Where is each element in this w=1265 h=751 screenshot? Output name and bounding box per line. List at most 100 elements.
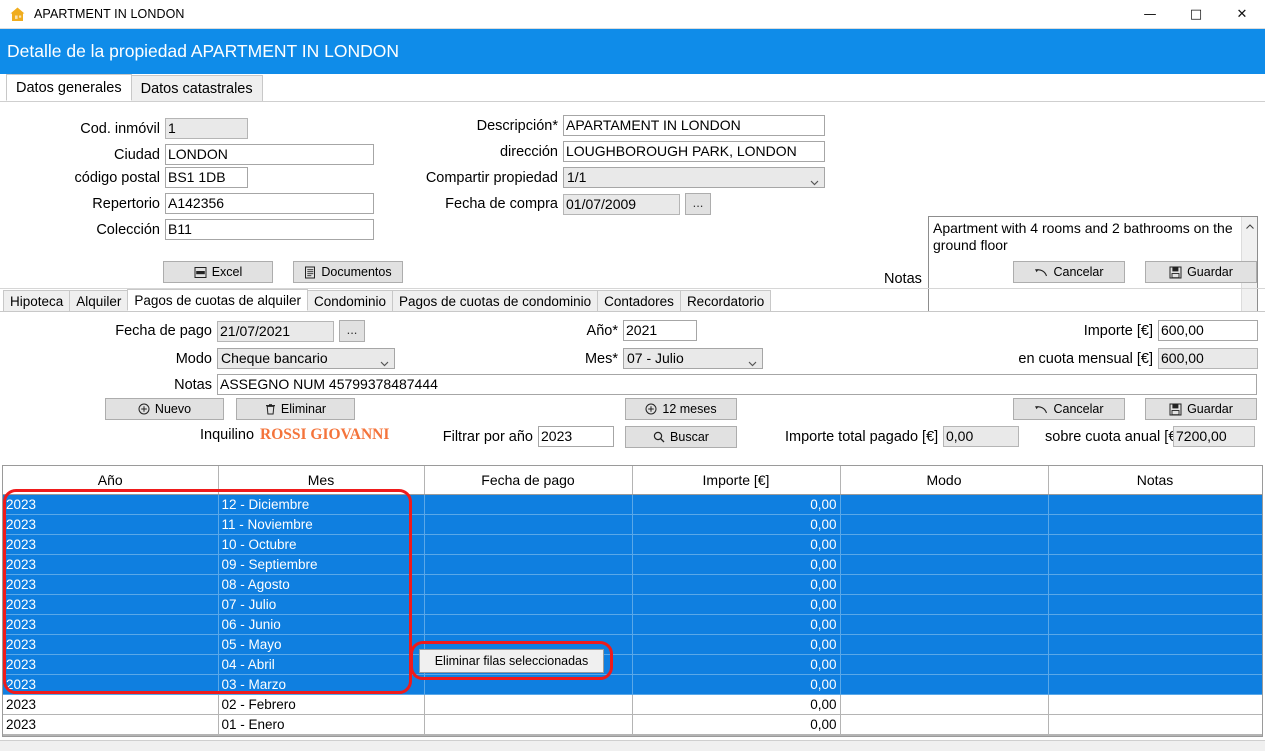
cell-anio[interactable]: 2023 bbox=[3, 554, 219, 575]
cell-modo[interactable] bbox=[840, 714, 1049, 735]
table-row[interactable]: 2023 11 - Noviembre 0,00 bbox=[3, 514, 1262, 535]
tab-pagos-cuotas-alquiler[interactable]: Pagos de cuotas de alquiler bbox=[127, 289, 308, 311]
cell-mes[interactable]: 07 - Julio bbox=[218, 594, 425, 615]
cell-anio[interactable]: 2023 bbox=[3, 674, 219, 695]
cell-modo[interactable] bbox=[840, 514, 1049, 535]
tab-alquiler[interactable]: Alquiler bbox=[69, 290, 129, 311]
cell-importe[interactable]: 0,00 bbox=[632, 614, 841, 635]
column-header-notas[interactable]: Notas bbox=[1048, 466, 1262, 495]
guardar-general-button[interactable]: Guardar bbox=[1145, 261, 1257, 283]
cell-anio[interactable]: 2023 bbox=[3, 594, 219, 615]
cell-anio[interactable]: 2023 bbox=[3, 534, 219, 555]
cell-notas[interactable] bbox=[1048, 494, 1262, 515]
input-notas-pago[interactable]: ASSEGNO NUM 45799378487444 bbox=[217, 374, 1257, 395]
tab-pagos-cuotas-condominio[interactable]: Pagos de cuotas de condominio bbox=[392, 290, 599, 311]
cell-notas[interactable] bbox=[1048, 554, 1262, 575]
excel-button[interactable]: Excel bbox=[163, 261, 273, 283]
cell-mes[interactable]: 09 - Septiembre bbox=[218, 554, 425, 575]
cell-fecha[interactable] bbox=[424, 574, 633, 595]
table-row[interactable]: 2023 06 - Junio 0,00 bbox=[3, 614, 1262, 635]
cell-importe[interactable]: 0,00 bbox=[632, 494, 841, 515]
cell-fecha[interactable] bbox=[424, 494, 633, 515]
cell-modo[interactable] bbox=[840, 614, 1049, 635]
cancelar-pago-button[interactable]: Cancelar bbox=[1013, 398, 1125, 420]
cell-fecha[interactable] bbox=[424, 554, 633, 575]
select-compartir-propiedad[interactable]: 1/1 bbox=[563, 167, 825, 188]
eliminar-button[interactable]: Eliminar bbox=[236, 398, 355, 420]
cell-notas[interactable] bbox=[1048, 614, 1262, 635]
cell-importe[interactable]: 0,00 bbox=[632, 594, 841, 615]
cell-notas[interactable] bbox=[1048, 534, 1262, 555]
cell-modo[interactable] bbox=[840, 594, 1049, 615]
cell-importe[interactable]: 0,00 bbox=[632, 534, 841, 555]
cell-anio[interactable]: 2023 bbox=[3, 614, 219, 635]
table-row[interactable]: 2023 05 - Mayo 0,00 bbox=[3, 634, 1262, 655]
tab-recordatorio[interactable]: Recordatorio bbox=[679, 290, 772, 311]
table-row[interactable]: 2023 08 - Agosto 0,00 bbox=[3, 574, 1262, 595]
cell-fecha[interactable] bbox=[424, 534, 633, 555]
cell-modo[interactable] bbox=[840, 494, 1049, 515]
column-header-anio[interactable]: Año bbox=[3, 466, 219, 495]
tab-hipoteca[interactable]: Hipoteca bbox=[3, 290, 71, 311]
cell-fecha[interactable] bbox=[424, 514, 633, 535]
cell-importe[interactable]: 0,00 bbox=[632, 674, 841, 695]
cell-mes[interactable]: 04 - Abril bbox=[218, 654, 425, 675]
buscar-button[interactable]: Buscar bbox=[625, 426, 737, 448]
cell-modo[interactable] bbox=[840, 534, 1049, 555]
cell-anio[interactable]: 2023 bbox=[3, 694, 219, 715]
table-row[interactable]: 2023 10 - Octubre 0,00 bbox=[3, 534, 1262, 555]
cell-anio[interactable]: 2023 bbox=[3, 494, 219, 515]
cell-notas[interactable] bbox=[1048, 574, 1262, 595]
cell-importe[interactable]: 0,00 bbox=[632, 714, 841, 735]
cell-notas[interactable] bbox=[1048, 654, 1262, 675]
cell-importe[interactable]: 0,00 bbox=[632, 654, 841, 675]
table-row[interactable]: 2023 01 - Enero 0,00 bbox=[3, 714, 1262, 735]
input-cod-inmovil[interactable]: 1 bbox=[165, 118, 248, 139]
input-ciudad[interactable]: LONDON bbox=[165, 144, 374, 165]
table-row[interactable]: 2023 03 - Marzo 0,00 bbox=[3, 674, 1262, 695]
cell-importe[interactable]: 0,00 bbox=[632, 694, 841, 715]
cell-fecha[interactable] bbox=[424, 694, 633, 715]
cell-modo[interactable] bbox=[840, 574, 1049, 595]
select-modo[interactable]: Cheque bancario bbox=[217, 348, 395, 369]
cancelar-general-button[interactable]: Cancelar bbox=[1013, 261, 1125, 283]
column-header-mes[interactable]: Mes bbox=[218, 466, 425, 495]
cell-anio[interactable]: 2023 bbox=[3, 514, 219, 535]
cell-fecha[interactable] bbox=[424, 594, 633, 615]
cell-notas[interactable] bbox=[1048, 514, 1262, 535]
cell-anio[interactable]: 2023 bbox=[3, 714, 219, 735]
cell-mes[interactable]: 02 - Febrero bbox=[218, 694, 425, 715]
input-descripcion[interactable]: APARTAMENT IN LONDON bbox=[563, 115, 825, 136]
cell-mes[interactable]: 06 - Junio bbox=[218, 614, 425, 635]
table-row[interactable]: 2023 04 - Abril 0,00 bbox=[3, 654, 1262, 675]
close-button[interactable]: ✕ bbox=[1219, 0, 1265, 29]
eliminar-filas-seleccionadas-button[interactable]: Eliminar filas seleccionadas bbox=[419, 649, 604, 673]
input-direccion[interactable]: LOUGHBOROUGH PARK, LONDON bbox=[563, 141, 825, 162]
cell-mes[interactable]: 01 - Enero bbox=[218, 714, 425, 735]
input-cuota-anual[interactable]: 7200,00 bbox=[1173, 426, 1255, 447]
fecha-compra-picker-button[interactable]: ... bbox=[685, 193, 711, 215]
documentos-button[interactable]: Documentos bbox=[293, 261, 403, 283]
input-total-pagado[interactable]: 0,00 bbox=[943, 426, 1019, 447]
cell-modo[interactable] bbox=[840, 674, 1049, 695]
select-mes[interactable]: 07 - Julio bbox=[623, 348, 763, 369]
cell-modo[interactable] bbox=[840, 634, 1049, 655]
input-coleccion[interactable]: B11 bbox=[165, 219, 374, 240]
cell-modo[interactable] bbox=[840, 654, 1049, 675]
cell-anio[interactable]: 2023 bbox=[3, 574, 219, 595]
cell-mes[interactable]: 12 - Diciembre bbox=[218, 494, 425, 515]
table-row[interactable]: 2023 12 - Diciembre 0,00 bbox=[3, 494, 1262, 515]
input-codigo-postal[interactable]: BS1 1DB bbox=[165, 167, 248, 188]
cell-mes[interactable]: 10 - Octubre bbox=[218, 534, 425, 555]
column-header-fecha-pago[interactable]: Fecha de pago bbox=[424, 466, 633, 495]
cell-mes[interactable]: 05 - Mayo bbox=[218, 634, 425, 655]
doce-meses-button[interactable]: 12 meses bbox=[625, 398, 737, 420]
cell-mes[interactable]: 11 - Noviembre bbox=[218, 514, 425, 535]
cell-importe[interactable]: 0,00 bbox=[632, 574, 841, 595]
tab-datos-generales[interactable]: Datos generales bbox=[6, 74, 132, 101]
tab-condominio[interactable]: Condominio bbox=[306, 290, 393, 311]
column-header-modo[interactable]: Modo bbox=[840, 466, 1049, 495]
scroll-up-icon[interactable] bbox=[1245, 219, 1255, 234]
cell-notas[interactable] bbox=[1048, 594, 1262, 615]
guardar-pago-button[interactable]: Guardar bbox=[1145, 398, 1257, 420]
